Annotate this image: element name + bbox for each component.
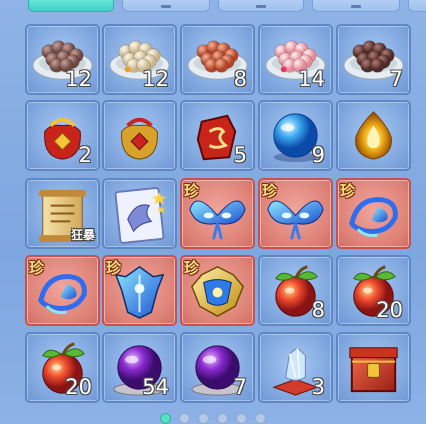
page-dot[interactable] (236, 413, 247, 424)
rare-badge: 珍 (340, 182, 356, 200)
inventory-slot[interactable]: 2 (25, 100, 100, 171)
tab-5[interactable] (408, 0, 426, 12)
golden-flame-icon (355, 111, 392, 160)
item-count: 2 (78, 143, 92, 167)
item-count: 20 (376, 298, 403, 322)
inventory-slot[interactable]: 珍 (25, 255, 100, 326)
inventory-slot[interactable]: 3 (258, 332, 333, 403)
inventory-slot[interactable]: 8 (258, 255, 333, 326)
tab-4[interactable] (312, 0, 400, 12)
item-count: 7 (233, 375, 247, 399)
rare-badge: 珍 (106, 259, 122, 277)
inventory-slot[interactable]: 珍 (258, 178, 333, 249)
inventory-slot[interactable]: 54 (102, 332, 177, 403)
item-count: 7 (389, 67, 403, 91)
item-count: 8 (311, 298, 325, 322)
tab-glyph-icon (256, 5, 266, 8)
page-dot[interactable] (198, 413, 209, 424)
item-tag: 狂暴 (70, 228, 95, 242)
item-count: 12 (142, 67, 169, 91)
item-count: 12 (65, 67, 92, 91)
gold-lucky-bag-icon (121, 117, 158, 160)
rare-badge: 珍 (184, 182, 200, 200)
inventory-slot[interactable]: 14 (258, 24, 333, 95)
item-count: 9 (311, 143, 325, 167)
inventory-slot[interactable]: 7 (336, 24, 411, 95)
inventory-slot[interactable]: 20 (25, 332, 100, 403)
item-count: 3 (311, 375, 325, 399)
rare-badge: 珍 (29, 259, 45, 277)
inventory-slot[interactable]: 7 (180, 332, 255, 403)
inventory-slot[interactable]: 珍 (180, 255, 255, 326)
red-chest-icon (349, 347, 398, 393)
item-count: 54 (142, 375, 169, 399)
inventory-slot[interactable] (336, 100, 411, 171)
rare-badge: 珍 (262, 182, 278, 200)
page-dot[interactable] (255, 413, 266, 424)
tab-3[interactable] (218, 0, 304, 12)
tab-1[interactable] (28, 0, 114, 12)
item-count: 20 (65, 375, 92, 399)
tab-2[interactable] (122, 0, 210, 12)
tab-glyph-icon (351, 5, 361, 8)
inventory-slot[interactable]: 12 (25, 24, 100, 95)
page-dot[interactable] (217, 413, 228, 424)
tab-bar (0, 0, 426, 14)
inventory-slot[interactable]: 12 (102, 24, 177, 95)
page-dot[interactable] (179, 413, 190, 424)
inventory-slot[interactable] (102, 178, 177, 249)
inventory-slot[interactable]: 20 (336, 255, 411, 326)
dragon-card-icon (114, 187, 167, 244)
rare-badge: 珍 (184, 259, 200, 277)
item-count: 5 (233, 143, 247, 167)
tab-glyph-icon (161, 5, 171, 8)
page-dot[interactable] (160, 413, 171, 424)
inventory-slot[interactable]: 珍 (336, 178, 411, 249)
inventory-slot[interactable]: 狂暴 (25, 178, 100, 249)
inventory-slot[interactable]: 9 (258, 100, 333, 171)
inventory-slot[interactable]: 珍 (102, 255, 177, 326)
inventory-slot[interactable]: 5 (180, 100, 255, 171)
item-count: 14 (298, 67, 325, 91)
inventory-slot[interactable]: 8 (180, 24, 255, 95)
inventory-slot[interactable] (102, 100, 177, 171)
inventory-slot[interactable]: 珍 (180, 178, 255, 249)
item-count: 8 (233, 67, 247, 91)
inventory-slot[interactable] (336, 332, 411, 403)
